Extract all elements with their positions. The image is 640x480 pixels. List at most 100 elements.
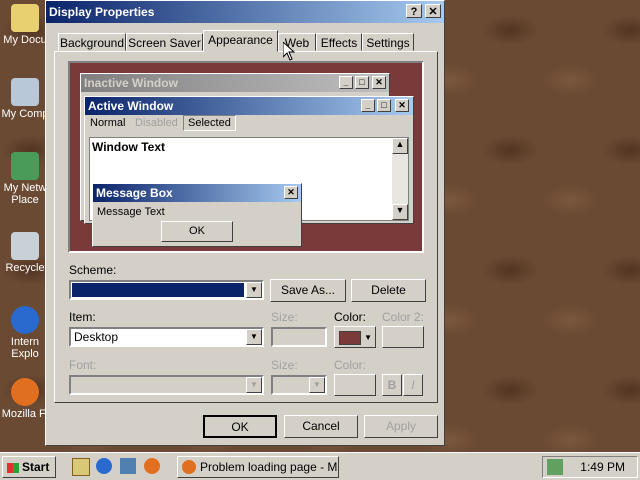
- preview-scrollbar: ▲ ▼: [392, 138, 408, 220]
- font-color-label: Color:: [334, 358, 367, 372]
- apply-button[interactable]: Apply: [364, 415, 438, 438]
- delete-button[interactable]: Delete: [351, 279, 426, 302]
- desktop-icon-my-computer[interactable]: My Comp: [0, 78, 50, 120]
- start-button[interactable]: Start: [2, 456, 56, 478]
- clock[interactable]: 1:49 PM: [580, 460, 625, 474]
- tab-effects[interactable]: Effects: [316, 33, 362, 51]
- ie-icon: [11, 306, 39, 334]
- bold-button[interactable]: B: [382, 374, 402, 396]
- message-box-title-bar: Message Box ✕: [93, 184, 301, 202]
- desktop-icon-label: My Comp: [1, 108, 49, 120]
- firefox-icon: [182, 460, 196, 474]
- font-color-button[interactable]: [334, 374, 376, 396]
- font-size-dropdown[interactable]: ▼: [271, 375, 327, 395]
- menu-selected[interactable]: Selected: [183, 115, 236, 131]
- network-icon[interactable]: [120, 458, 136, 474]
- network-tray-icon[interactable]: [547, 459, 563, 475]
- desktop-icon-recycle-bin[interactable]: Recycle: [0, 232, 50, 274]
- color2-label: Color 2:: [382, 310, 425, 324]
- chevron-down-icon[interactable]: ▼: [246, 329, 262, 345]
- font-dropdown[interactable]: ▼: [69, 375, 264, 395]
- close-button[interactable]: ✕: [425, 4, 441, 18]
- menu-disabled[interactable]: Disabled: [135, 117, 178, 129]
- menu-normal[interactable]: Normal: [90, 117, 125, 129]
- start-label: Start: [22, 460, 50, 474]
- chevron-down-icon[interactable]: ▼: [309, 377, 325, 393]
- inactive-title-bar: Inactive Window _ □ ✕: [81, 74, 389, 92]
- desktop-icon-internet-explorer[interactable]: Intern Explo: [0, 306, 50, 360]
- scroll-down-icon: ▼: [392, 204, 408, 220]
- close-icon: ✕: [284, 186, 298, 199]
- display-properties-dialog: Display Properties ? ✕ Background Screen…: [45, 0, 445, 446]
- firefox-icon: [11, 378, 39, 406]
- message-box-preview[interactable]: Message Box ✕ Message Text OK: [92, 183, 302, 247]
- ok-button[interactable]: OK: [203, 415, 277, 438]
- desktop-icon-label: My Docu: [3, 34, 47, 46]
- tab-appearance[interactable]: Appearance: [203, 30, 278, 52]
- item-value: Desktop: [74, 330, 119, 344]
- color2-picker-button[interactable]: [382, 326, 424, 348]
- inactive-window-title: Inactive Window: [84, 76, 178, 90]
- chevron-down-icon[interactable]: ▼: [246, 377, 262, 393]
- scheme-label: Scheme:: [69, 263, 117, 277]
- cancel-button[interactable]: Cancel: [284, 415, 358, 438]
- desktop-icon-network[interactable]: My Netw Place: [0, 152, 50, 206]
- tab-screen-saver[interactable]: Screen Saver: [126, 33, 203, 51]
- desktop-icon-my-documents[interactable]: My Docu: [0, 4, 50, 46]
- minimize-icon: _: [361, 99, 375, 112]
- desktop-icon-mozilla-firefox[interactable]: Mozilla Fi: [0, 378, 50, 420]
- desktop-icon-label: Recycle: [5, 262, 45, 274]
- item-label: Item:: [69, 310, 96, 324]
- title-bar[interactable]: Display Properties ? ✕: [46, 1, 444, 23]
- appearance-preview[interactable]: Inactive Window _ □ ✕ Active Window _ □ …: [68, 61, 424, 253]
- ie-icon[interactable]: [96, 458, 112, 474]
- show-desktop-icon[interactable]: [72, 458, 90, 476]
- help-button[interactable]: ?: [406, 4, 422, 18]
- message-box-title: Message Box: [96, 186, 173, 200]
- folder-icon: [11, 4, 39, 32]
- desktop-icon-label: My Netw Place: [3, 182, 47, 206]
- network-icon: [11, 152, 39, 180]
- color-label: Color:: [334, 310, 367, 324]
- dialog-title: Display Properties: [49, 5, 155, 19]
- firefox-icon[interactable]: [144, 458, 160, 474]
- chevron-down-icon[interactable]: ▼: [246, 282, 262, 298]
- message-text: Message Text: [97, 206, 165, 218]
- item-dropdown[interactable]: Desktop ▼: [69, 327, 264, 347]
- minimize-icon: _: [339, 76, 353, 89]
- italic-button[interactable]: I: [403, 374, 423, 396]
- size-label: Size:: [271, 310, 298, 324]
- scroll-up-icon: ▲: [392, 138, 408, 154]
- window-text: Window Text: [92, 140, 165, 154]
- maximize-icon: □: [355, 76, 369, 89]
- scheme-value: [72, 283, 244, 297]
- save-as-button[interactable]: Save As...: [270, 279, 346, 302]
- size-stepper[interactable]: [271, 327, 327, 347]
- system-tray: 1:49 PM: [542, 456, 638, 478]
- tab-settings[interactable]: Settings: [362, 33, 414, 51]
- color-swatch: [339, 331, 361, 345]
- font-size-label: Size:: [271, 358, 298, 372]
- close-icon: ✕: [395, 99, 409, 112]
- maximize-icon: □: [377, 99, 391, 112]
- font-label: Font:: [69, 358, 97, 372]
- desktop-icon-label: Intern Explo: [10, 336, 40, 360]
- taskbar-item-label: Problem loading page - M...: [200, 460, 339, 474]
- mouse-cursor-icon: [282, 40, 296, 64]
- color-picker-button[interactable]: ▼: [334, 326, 376, 348]
- close-icon: ✕: [372, 76, 386, 89]
- windows-logo-icon: [7, 462, 19, 473]
- active-title-bar: Active Window _ □ ✕: [85, 97, 413, 115]
- preview-menu-bar: Normal Disabled Selected: [85, 115, 413, 133]
- quick-launch: [70, 458, 170, 476]
- message-ok-button[interactable]: OK: [161, 221, 233, 242]
- chevron-down-icon: ▼: [364, 333, 372, 342]
- recycle-bin-icon: [11, 232, 39, 260]
- scheme-dropdown[interactable]: ▼: [69, 280, 264, 300]
- taskbar: Start Problem loading page - M... 1:49 P…: [0, 452, 640, 480]
- computer-icon: [11, 78, 39, 106]
- taskbar-item-firefox[interactable]: Problem loading page - M...: [177, 456, 339, 478]
- active-window-title: Active Window: [88, 99, 174, 113]
- desktop-icon-label: Mozilla Fi: [1, 408, 49, 420]
- tab-background[interactable]: Background: [58, 33, 126, 51]
